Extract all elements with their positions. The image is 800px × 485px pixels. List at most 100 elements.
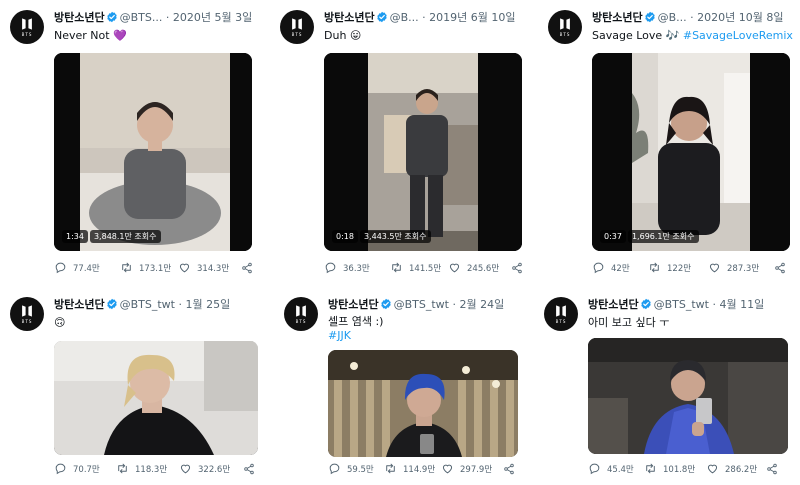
share-icon bbox=[774, 262, 786, 274]
video-duration: 1:34 bbox=[62, 230, 88, 243]
share-icon bbox=[511, 262, 523, 274]
user-handle[interactable]: @B... bbox=[658, 11, 687, 24]
verified-icon bbox=[380, 298, 392, 310]
hashtag-link[interactable]: #SavageLoveRemix bbox=[683, 29, 793, 42]
retweet-count: 101.8만 bbox=[663, 464, 696, 475]
tweet-text: Duh 😛 bbox=[324, 28, 361, 43]
user-handle[interactable]: @BTS_twt bbox=[394, 298, 449, 311]
reply-button[interactable]: 36.3만 bbox=[324, 261, 390, 274]
verified-icon bbox=[376, 11, 388, 23]
video-views: 1,696.1만 조회수 bbox=[627, 230, 699, 243]
user-handle[interactable]: @B... bbox=[390, 11, 419, 24]
tweet-video[interactable]: 0:37 1,696.1만 조회수 bbox=[592, 53, 790, 251]
tweet-date[interactable]: 2020년 10월 8일 bbox=[697, 11, 783, 24]
bts-logo-icon bbox=[20, 304, 34, 318]
video-thumbnail bbox=[592, 53, 790, 251]
tweet-card[interactable]: BTS 방탄소년단 @BTS_twt · 1월 25일 🙃 70.7만 118.3… bbox=[10, 297, 270, 482]
share-button[interactable] bbox=[241, 262, 253, 274]
avatar[interactable]: BTS bbox=[10, 297, 44, 331]
like-button[interactable]: 322.6만 bbox=[179, 462, 243, 475]
tweet-text: Never Not 💜 bbox=[54, 28, 127, 43]
display-name[interactable]: 방탄소년단 bbox=[54, 11, 105, 24]
tweet-card[interactable]: BTS 방탄소년단 @BTS_twt · 4월 11일 아미 보고 싶다 ㅜ 45… bbox=[544, 297, 794, 482]
display-name[interactable]: 방탄소년단 bbox=[328, 298, 379, 311]
tweet-date[interactable]: 2020년 5월 3일 bbox=[173, 11, 252, 24]
video-views: 3,848.1만 조회수 bbox=[89, 230, 161, 243]
like-button[interactable]: 245.6만 bbox=[448, 261, 511, 274]
retweet-icon bbox=[120, 261, 133, 274]
share-button[interactable] bbox=[243, 463, 255, 475]
reply-button[interactable]: 42만 bbox=[592, 261, 648, 274]
verified-icon bbox=[106, 298, 118, 310]
retweet-button[interactable]: 122만 bbox=[648, 261, 708, 274]
retweet-icon bbox=[390, 261, 403, 274]
display-name[interactable]: 방탄소년단 bbox=[588, 298, 639, 311]
retweet-button[interactable]: 141.5만 bbox=[390, 261, 448, 274]
tweet-date[interactable]: 1월 25일 bbox=[185, 298, 230, 311]
avatar[interactable]: BTS bbox=[284, 297, 318, 331]
tweet-card[interactable]: BTS 방탄소년단 @B... · 2019년 6월 10일 Duh 😛 0:18… bbox=[280, 10, 530, 280]
like-button[interactable]: 297.9만 bbox=[441, 462, 503, 475]
retweet-icon bbox=[384, 462, 397, 475]
avatar[interactable]: BTS bbox=[10, 10, 44, 44]
tweet-date[interactable]: 2월 24일 bbox=[459, 298, 504, 311]
video-views: 3,443.5만 조회수 bbox=[359, 230, 431, 243]
tweet-video[interactable]: 0:18 3,443.5만 조회수 bbox=[324, 53, 522, 251]
avatar[interactable]: BTS bbox=[544, 297, 578, 331]
retweet-button[interactable]: 118.3만 bbox=[116, 462, 179, 475]
share-button[interactable] bbox=[774, 262, 786, 274]
photo-thumbnail bbox=[588, 338, 788, 454]
user-handle[interactable]: @BTS_twt bbox=[654, 298, 709, 311]
reply-button[interactable]: 70.7만 bbox=[54, 462, 116, 475]
avatar[interactable]: BTS bbox=[548, 10, 582, 44]
user-handle[interactable]: @BTS... bbox=[120, 11, 163, 24]
like-button[interactable]: 286.2만 bbox=[706, 462, 766, 475]
hashtag-link[interactable]: #JJK bbox=[328, 329, 351, 342]
reply-button[interactable]: 45.4만 bbox=[588, 462, 644, 475]
tweet-card[interactable]: BTS 방탄소년단 @B... · 2020년 10월 8일 Savage Lov… bbox=[548, 10, 798, 280]
verified-icon bbox=[644, 11, 656, 23]
retweet-button[interactable]: 173.1만 bbox=[120, 261, 178, 274]
avatar-label: BTS bbox=[291, 32, 303, 37]
like-count: 287.3만 bbox=[727, 263, 760, 274]
reply-button[interactable]: 77.4만 bbox=[54, 261, 120, 274]
video-duration: 0:37 bbox=[600, 230, 626, 243]
tweet-date[interactable]: 2019년 6월 10일 bbox=[429, 11, 515, 24]
display-name[interactable]: 방탄소년단 bbox=[54, 298, 105, 311]
avatar-label: BTS bbox=[555, 319, 567, 324]
tweet-photo[interactable] bbox=[588, 338, 788, 454]
share-button[interactable] bbox=[511, 262, 523, 274]
tweet-photo[interactable] bbox=[328, 350, 518, 457]
tweet-video[interactable]: 1:34 3,848.1만 조회수 bbox=[54, 53, 252, 251]
like-button[interactable]: 314.3만 bbox=[178, 261, 241, 274]
video-thumbnail bbox=[54, 53, 252, 251]
display-name[interactable]: 방탄소년단 bbox=[324, 11, 375, 24]
user-handle[interactable]: @BTS_twt bbox=[120, 298, 175, 311]
tweet-date[interactable]: 4월 11일 bbox=[719, 298, 764, 311]
like-count: 245.6만 bbox=[467, 263, 500, 274]
like-count: 286.2만 bbox=[725, 464, 758, 475]
retweet-button[interactable]: 114.9만 bbox=[384, 462, 441, 475]
reply-count: 42만 bbox=[611, 263, 630, 274]
like-count: 314.3만 bbox=[197, 263, 230, 274]
bts-logo-icon bbox=[294, 304, 308, 318]
retweet-button[interactable]: 101.8만 bbox=[644, 462, 706, 475]
share-button[interactable] bbox=[766, 463, 778, 475]
share-button[interactable] bbox=[503, 463, 515, 475]
separator-dot: · bbox=[165, 11, 170, 24]
avatar-label: BTS bbox=[21, 319, 33, 324]
reply-icon bbox=[328, 462, 341, 475]
avatar[interactable]: BTS bbox=[280, 10, 314, 44]
retweet-count: 118.3만 bbox=[135, 464, 168, 475]
reply-button[interactable]: 59.5만 bbox=[328, 462, 384, 475]
avatar-label: BTS bbox=[21, 32, 33, 37]
separator-dot: · bbox=[422, 11, 426, 24]
reply-icon bbox=[588, 462, 601, 475]
verified-icon bbox=[106, 11, 118, 23]
display-name[interactable]: 방탄소년단 bbox=[592, 11, 643, 24]
tweet-card[interactable]: BTS 방탄소년단 @BTS_twt · 2월 24일 셀프 염색 :) #JJK … bbox=[284, 297, 534, 482]
share-icon bbox=[243, 463, 255, 475]
like-button[interactable]: 287.3만 bbox=[708, 261, 774, 274]
tweet-photo[interactable] bbox=[54, 341, 258, 455]
tweet-card[interactable]: BTS 방탄소년단 @BTS... · 2020년 5월 3일 Never Not… bbox=[10, 10, 260, 280]
